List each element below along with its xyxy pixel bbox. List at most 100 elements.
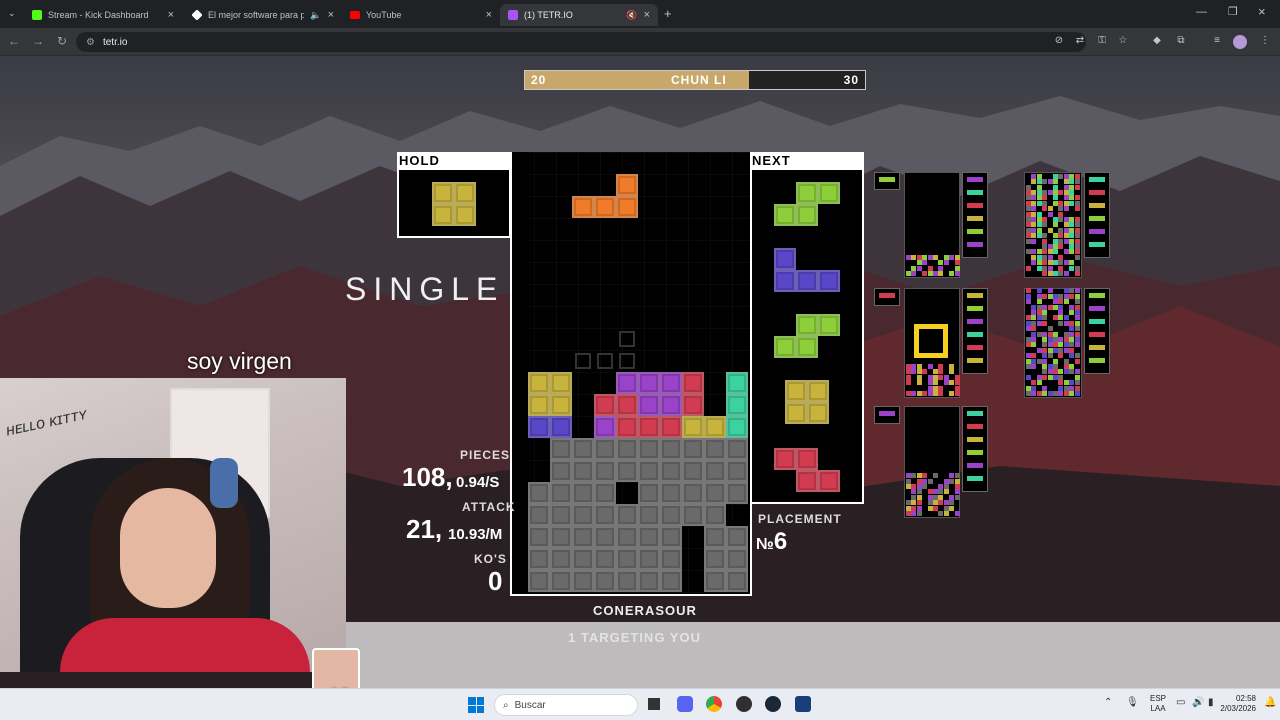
url-field[interactable]: ⚙ tetr.io (76, 32, 1086, 52)
opponent-block (1031, 310, 1036, 315)
extension-diamond-icon[interactable]: ◆ (1150, 35, 1164, 46)
tab-tetrio[interactable]: (1) TETR.IO 🔇 × (500, 4, 658, 26)
chrome-app-icon[interactable] (706, 696, 722, 712)
opponent-queue (962, 288, 988, 374)
bookmark-star-icon[interactable]: ☆ (1116, 35, 1130, 46)
opponent-block (1031, 386, 1036, 391)
opponent-block (938, 391, 943, 396)
board-block (550, 438, 572, 460)
tab-software[interactable]: El mejor software para pote 🔈 × (184, 4, 342, 26)
opponent-board[interactable] (1024, 288, 1082, 398)
opponent-block (1042, 342, 1047, 347)
opponent-block (949, 479, 954, 484)
opponent-block (1069, 190, 1074, 195)
forward-icon[interactable]: → (30, 34, 46, 48)
board-block (660, 570, 682, 592)
microphone-icon[interactable]: 🎙 (1126, 697, 1139, 708)
opponent-board[interactable] (1024, 172, 1082, 278)
network-icon[interactable]: ▭ (1176, 697, 1185, 708)
tray-chevron-icon[interactable]: ⌃ (1104, 697, 1112, 708)
opponent-block (1064, 315, 1069, 320)
menu-icon[interactable]: ⋮ (1258, 35, 1272, 46)
tab-search-icon[interactable]: ⌄ (8, 8, 16, 19)
board-block (660, 548, 682, 570)
media-icon[interactable]: ≡ (1210, 35, 1224, 46)
opponent-block (1075, 201, 1080, 206)
clock[interactable]: 02:58 2/03/2026 (1212, 694, 1256, 714)
close-icon[interactable]: × (644, 9, 650, 21)
board-block (550, 482, 572, 504)
opponent-block (906, 484, 911, 489)
board-block (660, 482, 682, 504)
new-tab-button[interactable]: + (664, 6, 672, 21)
opponent-block (1031, 337, 1036, 342)
board-block (528, 372, 550, 394)
opponent-block (1048, 249, 1053, 254)
mute-icon[interactable]: 🔇 (626, 10, 637, 21)
opponent-block (1069, 222, 1074, 227)
windows-start-icon[interactable] (468, 697, 484, 713)
opponent-block (1075, 255, 1080, 260)
minimize-button[interactable]: — (1196, 6, 1207, 18)
opponent-block (933, 271, 938, 276)
back-icon[interactable]: ← (6, 34, 22, 48)
opponent-block (928, 489, 933, 494)
placement-rank: №6 (756, 528, 787, 556)
opponent-block (1075, 195, 1080, 200)
opponent-block (1037, 212, 1042, 217)
window-close-button[interactable]: × (1258, 4, 1266, 19)
opponent-block (928, 266, 933, 271)
opponent-block (1058, 260, 1063, 265)
maximize-button[interactable]: ❐ (1228, 5, 1238, 18)
opponent-block (1075, 380, 1080, 385)
site-info-icon[interactable]: ⚙ (86, 37, 95, 48)
opponent-block (944, 489, 949, 494)
opponent-block (1031, 222, 1036, 227)
opponent-block (1048, 348, 1053, 353)
volume-icon[interactable]: 🔊 (1192, 697, 1204, 708)
search-box[interactable]: ⌕ Buscar (494, 694, 638, 716)
opponent-block (955, 489, 960, 494)
opponent-board[interactable] (904, 172, 960, 278)
eye-off-icon[interactable]: ⊘ (1052, 35, 1066, 46)
opponent-block (917, 506, 922, 511)
opponent-block (917, 479, 922, 484)
opponent-block (1058, 337, 1063, 342)
tab-strip: ⌄ Stream - Kick Dashboard × El mejor sof… (0, 0, 1280, 28)
key-icon[interactable]: ⚿ (1095, 35, 1109, 46)
opponent-block (917, 375, 922, 380)
opponent-block (906, 500, 911, 505)
language-indicator[interactable]: ESP LAA (1150, 694, 1166, 714)
close-icon[interactable]: × (486, 9, 492, 21)
power-toys-app-icon[interactable] (795, 696, 811, 712)
puzzle-icon[interactable]: ⧉ (1174, 35, 1188, 46)
opponent-block (1058, 212, 1063, 217)
opponent-block (1031, 228, 1036, 233)
language-code: ESP (1150, 694, 1166, 704)
close-icon[interactable]: × (168, 9, 174, 21)
translate-icon[interactable]: ⇄ (1073, 35, 1087, 46)
tab-kick-dashboard[interactable]: Stream - Kick Dashboard × (24, 4, 182, 26)
opponent-block (1037, 222, 1042, 227)
reload-icon[interactable]: ↻ (54, 34, 70, 48)
opponent-block (922, 271, 927, 276)
steam-app-icon[interactable] (765, 696, 781, 712)
profile-avatar[interactable] (1233, 35, 1247, 49)
notification-icon[interactable]: 🔔 (1264, 697, 1276, 708)
opponent-block (1069, 391, 1074, 396)
close-icon[interactable]: × (328, 9, 334, 21)
opponent-block (1037, 310, 1042, 315)
opponent-board[interactable] (904, 406, 960, 518)
tab-youtube[interactable]: YouTube × (342, 4, 500, 26)
queue-piece (967, 242, 983, 247)
opponent-queue (962, 406, 988, 492)
mute-icon[interactable]: 🔈 (310, 10, 321, 21)
opponent-block (928, 391, 933, 396)
queue-piece (967, 424, 983, 429)
discord-app-icon[interactable] (677, 696, 693, 712)
board-block (682, 394, 704, 416)
task-view-icon[interactable] (648, 698, 660, 710)
opponent-block (1026, 359, 1031, 364)
queue-piece (1089, 358, 1105, 363)
obs-app-icon[interactable] (736, 696, 752, 712)
